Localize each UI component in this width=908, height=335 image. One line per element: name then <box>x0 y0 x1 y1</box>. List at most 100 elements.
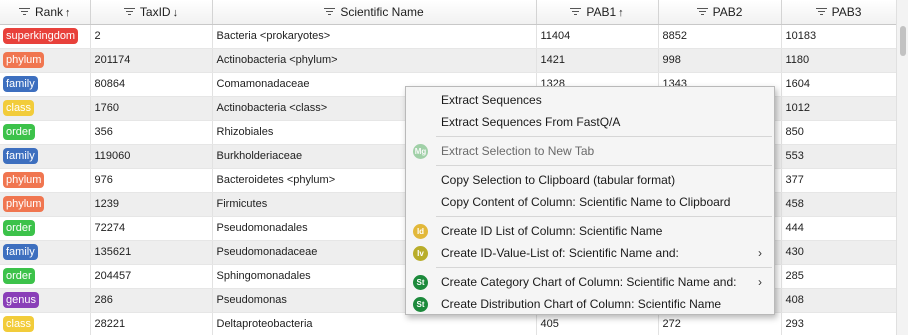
pab3-cell[interactable]: 10183 <box>781 24 896 49</box>
pab3-cell[interactable]: 1604 <box>781 72 896 97</box>
rank-badge: class <box>3 100 35 116</box>
menu-copy-selection[interactable]: Copy Selection to Clipboard (tabular for… <box>406 169 774 191</box>
menu-create-id-value-list[interactable]: Iv Create ID-Value-List of: Scientific Na… <box>406 242 774 264</box>
column-header-taxid[interactable]: TaxID ↓ <box>90 0 213 25</box>
rank-cell[interactable]: family <box>0 144 91 169</box>
pab3-cell[interactable]: 1012 <box>781 96 896 121</box>
filter-icon[interactable] <box>123 7 135 16</box>
menu-extract-new-tab[interactable]: Mg Extract Selection to New Tab <box>406 140 774 162</box>
menu-item-label: Create Distribution Chart of Column: Sci… <box>441 297 722 311</box>
rank-badge: phylum <box>3 52 45 68</box>
taxid-cell[interactable]: 119060 <box>90 144 213 169</box>
table-row[interactable]: superkingdom 2 Bacteria <prokaryotes> 11404… <box>0 24 896 49</box>
vertical-scrollbar[interactable] <box>896 0 908 335</box>
rank-cell[interactable]: family <box>0 240 91 265</box>
scrollbar-thumb[interactable] <box>900 26 906 56</box>
rank-cell[interactable]: phylum <box>0 192 91 217</box>
pab2-cell[interactable]: 8852 <box>658 24 782 49</box>
pab3-cell[interactable]: 293 <box>781 312 896 335</box>
rank-cell[interactable]: superkingdom <box>0 24 91 49</box>
column-header-rank[interactable]: Rank ↑ <box>0 0 91 25</box>
rank-cell[interactable]: genus <box>0 288 91 313</box>
taxid-cell[interactable]: 976 <box>90 168 213 193</box>
rank-cell[interactable]: family <box>0 72 91 97</box>
taxid-cell[interactable]: 28221 <box>90 312 213 335</box>
column-header-label: Scientific Name <box>340 4 424 19</box>
filter-icon[interactable] <box>324 7 336 16</box>
rank-badge: family <box>3 76 38 92</box>
pab3-cell[interactable]: 377 <box>781 168 896 193</box>
rank-cell[interactable]: class <box>0 312 91 335</box>
menu-create-category-chart[interactable]: St Create Category Chart of Column: Scien… <box>406 271 774 293</box>
pab3-cell[interactable]: 444 <box>781 216 896 241</box>
taxid-cell[interactable]: 1239 <box>90 192 213 217</box>
chevron-right-icon: › <box>758 246 762 260</box>
menu-extract-fastqa[interactable]: Extract Sequences From FastQ/A <box>406 111 774 133</box>
pab1-cell[interactable]: 1421 <box>536 48 659 73</box>
menu-item-label: Copy Selection to Clipboard (tabular for… <box>441 173 676 187</box>
rank-badge: order <box>3 268 35 284</box>
pab3-cell[interactable]: 285 <box>781 264 896 289</box>
column-header-pab2[interactable]: PAB2 <box>658 0 782 25</box>
pab3-cell[interactable]: 553 <box>781 144 896 169</box>
filter-icon[interactable] <box>696 7 708 16</box>
scientific-name-cell[interactable]: Deltaproteobacteria <box>212 312 537 335</box>
rank-cell[interactable]: order <box>0 264 91 289</box>
pab1-cell[interactable]: 405 <box>536 312 659 335</box>
taxid-cell[interactable]: 135621 <box>90 240 213 265</box>
column-header-pab1[interactable]: PAB1 ↑ <box>536 0 659 25</box>
table-row[interactable]: class 28221 Deltaproteobacteria 405 272 293 <box>0 312 896 335</box>
menu-create-id-list[interactable]: Id Create ID List of Column: Scientific N… <box>406 220 774 242</box>
rank-badge: order <box>3 124 35 140</box>
taxid-cell[interactable]: 72274 <box>90 216 213 241</box>
menu-separator <box>436 267 772 268</box>
rank-badge: phylum <box>3 196 45 212</box>
menu-item-label: Create ID-Value-List of: Scientific Name… <box>441 246 679 260</box>
taxid-cell[interactable]: 80864 <box>90 72 213 97</box>
taxid-cell[interactable]: 286 <box>90 288 213 313</box>
pab2-cell[interactable]: 272 <box>658 312 782 335</box>
menu-badge-icon: Mg <box>413 144 428 159</box>
column-header-scientific-name[interactable]: Scientific Name <box>212 0 537 25</box>
rank-badge: phylum <box>3 172 45 188</box>
table-header-row: Rank ↑ TaxID ↓ Scientific Name PAB1 ↑ PAB2 … <box>0 0 896 25</box>
menu-badge-icon: Id <box>413 224 428 239</box>
filter-icon[interactable] <box>815 7 827 16</box>
pab2-cell[interactable]: 998 <box>658 48 782 73</box>
filter-icon[interactable] <box>18 7 30 16</box>
column-header-label: TaxID <box>139 4 171 19</box>
menu-separator <box>436 136 772 137</box>
taxid-cell[interactable]: 201174 <box>90 48 213 73</box>
column-header-label: PAB3 <box>831 4 862 19</box>
menu-item-label: Extract Sequences From FastQ/A <box>441 115 621 129</box>
pab3-cell[interactable]: 458 <box>781 192 896 217</box>
taxid-cell[interactable]: 2 <box>90 24 213 49</box>
column-header-pab3[interactable]: PAB3 <box>781 0 896 25</box>
taxid-cell[interactable]: 356 <box>90 120 213 145</box>
scientific-name-cell[interactable]: Actinobacteria <phylum> <box>212 48 537 73</box>
menu-item-label: Create Category Chart of Column: Scienti… <box>441 275 737 289</box>
column-header-label: PAB2 <box>712 4 743 19</box>
pab3-cell[interactable]: 850 <box>781 120 896 145</box>
menu-extract-sequences[interactable]: Extract Sequences <box>406 89 774 111</box>
menu-separator <box>436 165 772 166</box>
rank-cell[interactable]: phylum <box>0 48 91 73</box>
menu-badge-icon: St <box>413 297 428 312</box>
filter-icon[interactable] <box>570 7 582 16</box>
rank-cell[interactable]: phylum <box>0 168 91 193</box>
rank-cell[interactable]: class <box>0 96 91 121</box>
menu-copy-column[interactable]: Copy Content of Column: Scientific Name … <box>406 191 774 213</box>
rank-cell[interactable]: order <box>0 216 91 241</box>
rank-badge: class <box>3 316 35 332</box>
menu-create-distribution-chart[interactable]: St Create Distribution Chart of Column: S… <box>406 293 774 315</box>
pab3-cell[interactable]: 1180 <box>781 48 896 73</box>
table-row[interactable]: phylum 201174 Actinobacteria <phylum> 1421 9… <box>0 48 896 73</box>
taxid-cell[interactable]: 204457 <box>90 264 213 289</box>
scientific-name-cell[interactable]: Bacteria <prokaryotes> <box>212 24 537 49</box>
pab3-cell[interactable]: 408 <box>781 288 896 313</box>
rank-badge: superkingdom <box>3 28 79 44</box>
pab1-cell[interactable]: 11404 <box>536 24 659 49</box>
rank-cell[interactable]: order <box>0 120 91 145</box>
pab3-cell[interactable]: 430 <box>781 240 896 265</box>
taxid-cell[interactable]: 1760 <box>90 96 213 121</box>
